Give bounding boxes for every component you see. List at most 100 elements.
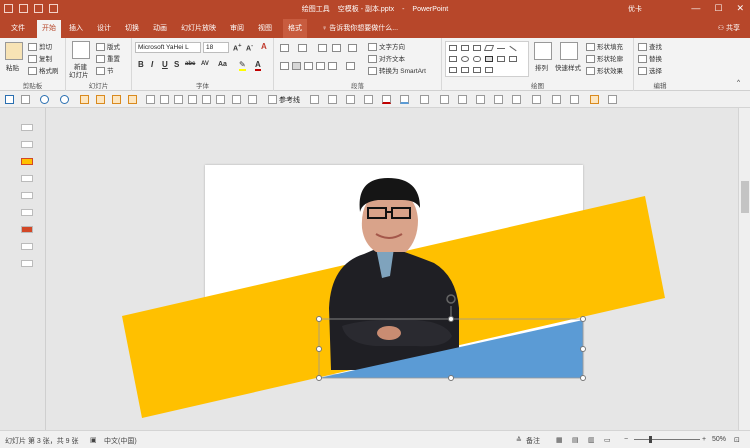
person-photo[interactable] [329,178,459,370]
scrollbar-thumb[interactable] [741,181,749,213]
resize-handle-r[interactable] [580,346,586,352]
text-box-shape-icon[interactable] [473,45,481,51]
arrange-label[interactable]: 排列 [535,62,548,72]
slideshow-view-icon[interactable]: ▭ [604,436,611,444]
vertical-scrollbar[interactable] [738,108,750,430]
format-painter-button[interactable]: 格式刷 [28,65,59,76]
align-right-icon[interactable] [174,95,183,104]
resize-handle-t[interactable] [448,316,454,322]
clear-format-icon[interactable]: A [261,42,267,51]
line-shape-icon[interactable] [497,48,505,49]
notes-button[interactable]: 备注 [526,436,540,446]
tell-me-box[interactable]: ♀ 告诉我你想要做什么... [322,23,398,33]
collapse-ribbon-icon[interactable]: ^ [737,79,740,86]
smartart-button[interactable]: 转换为 SmartArt [368,65,426,76]
eyedropper-icon[interactable] [570,95,579,104]
redo-icon[interactable] [60,95,69,104]
paste-icon[interactable] [128,95,137,104]
copy-button[interactable]: 复制 [28,53,52,64]
brace-shape-icon[interactable] [485,67,493,73]
slide-thumbnail-3[interactable] [21,158,33,165]
paste-icon[interactable] [5,42,23,60]
decrease-indent-icon[interactable] [318,44,327,52]
resize-handle-b[interactable] [448,375,454,381]
slide-thumbnail-5[interactable] [21,192,33,199]
star-shape-icon[interactable] [461,67,469,73]
font-size-combo[interactable]: 18 [203,42,229,53]
oval-shape-icon[interactable] [461,56,469,62]
font-color-icon[interactable]: A [255,60,261,71]
increase-indent-icon[interactable] [332,44,341,52]
zoom-in-icon[interactable]: + [702,436,706,443]
user-name[interactable]: 优卡 [628,4,642,14]
italic-button[interactable]: I [151,60,153,69]
highlight-icon[interactable]: ✎ [239,60,246,71]
duplicate-slide-icon[interactable] [96,95,105,104]
new-slide-icon[interactable] [80,95,89,104]
parallelogram-shape-icon[interactable] [483,45,495,51]
tab-insert[interactable]: 插入 [69,23,83,33]
reading-view-icon[interactable]: ▥ [588,436,595,444]
copy-icon[interactable] [112,95,121,104]
tab-home[interactable]: 开始 [37,20,61,38]
align-text-button[interactable]: 对齐文本 [368,53,405,64]
shapes-gallery[interactable] [445,41,529,77]
text-direction-button[interactable]: 文字方向 [368,41,405,52]
group-icon[interactable] [310,95,319,104]
slide-thumbnail-9[interactable] [21,260,33,267]
slide-thumbnail-7[interactable] [21,226,33,233]
arrow-shape-icon[interactable] [497,56,505,62]
zoom-slider[interactable] [634,436,700,443]
tab-file[interactable]: 文件 [11,23,25,33]
effects-icon[interactable] [552,95,561,104]
close-icon[interactable]: ✕ [736,3,744,14]
rotate-icon[interactable] [494,95,503,104]
shrink-font-icon[interactable]: A- [246,43,253,52]
outline-icon[interactable] [420,95,429,104]
slide-sorter-icon[interactable]: ▤ [572,436,579,444]
columns-icon[interactable] [346,62,355,70]
gridlines-checkbox[interactable] [268,95,277,104]
send-backward-icon[interactable] [364,95,373,104]
ungroup-icon[interactable] [328,95,337,104]
undo-icon[interactable] [40,95,49,104]
align-bottom-icon[interactable] [216,95,225,104]
paste-label[interactable]: 粘贴 [6,62,19,72]
minimize-icon[interactable]: — [691,3,700,14]
quick-styles-label[interactable]: 快速样式 [555,62,581,72]
layout-button[interactable]: 版式 [96,41,120,52]
align-left-icon[interactable] [280,62,289,70]
shadow-button[interactable]: S [174,60,179,69]
square-shape-icon[interactable] [449,56,457,62]
shape-outline-button[interactable]: 形状轮廓 [586,53,623,64]
distribute-horizontal-icon[interactable] [232,95,241,104]
fit-slide-icon[interactable]: ⊡ [734,436,740,444]
resize-handle-tr[interactable] [580,316,586,322]
justify-icon[interactable] [316,62,325,70]
new-slide-label2[interactable]: 幻灯片 [69,69,89,79]
slide-thumbnail-1[interactable] [21,124,33,131]
align-left-icon[interactable] [146,95,155,104]
grow-font-icon[interactable]: A+ [233,43,241,52]
zoom-slider-knob[interactable] [649,436,652,443]
share-button[interactable]: ⚇ 共享 [718,23,740,33]
tab-slideshow[interactable]: 幻灯片放映 [181,23,216,33]
tab-review[interactable]: 审阅 [230,23,244,33]
diagonal-line-icon[interactable] [509,45,517,52]
char-spacing-button[interactable]: AV [201,61,209,67]
slide-thumbnail-8[interactable] [21,243,33,250]
resize-handle-tl[interactable] [316,316,322,322]
align-center-icon[interactable] [160,95,169,104]
maximize-icon[interactable]: ☐ [714,3,722,14]
shape-fill-button[interactable]: 形状填充 [586,41,623,52]
normal-view-icon[interactable]: ▦ [556,436,563,444]
new-slide-icon[interactable] [72,41,90,59]
flip-icon[interactable] [512,95,521,104]
slide-thumbnail-6[interactable] [21,209,33,216]
crop-icon[interactable] [458,95,467,104]
callout-shape-icon[interactable] [473,67,481,73]
align-center-icon[interactable] [292,62,301,70]
customize-icon[interactable] [608,95,617,104]
rounded-rect-shape-icon[interactable] [473,56,481,62]
size-icon[interactable] [476,95,485,104]
